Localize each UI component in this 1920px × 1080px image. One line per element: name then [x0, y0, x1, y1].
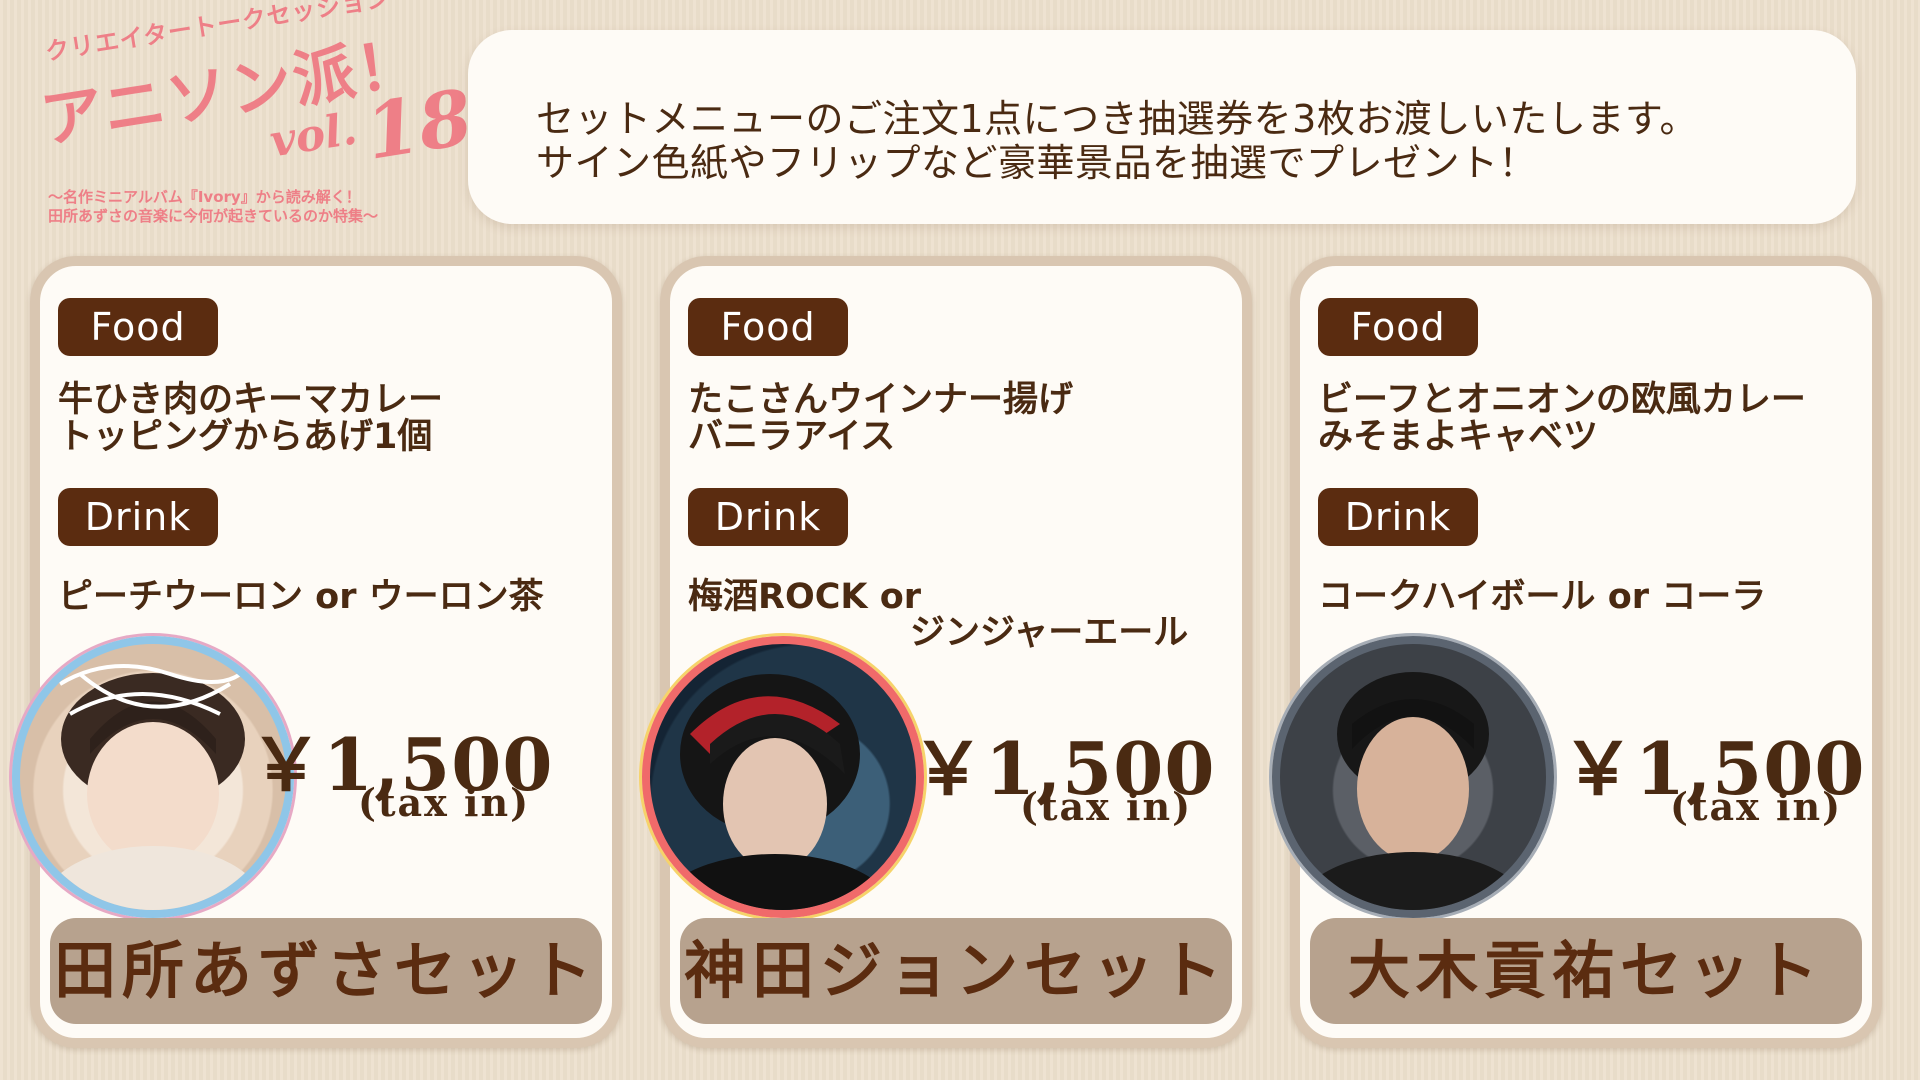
- menu-card-tadokoro: Food 牛ひき肉のキーマカレー トッピングからあげ1個 Drink ピーチウー…: [12, 256, 622, 1048]
- drink-line1: コークハイボール or コーラ: [1318, 577, 1767, 617]
- logo-tagline: ～名作ミニアルバム『Ivory』から読み解く！ 田所あずさの音楽に今何が起きてい…: [48, 188, 378, 226]
- avatar-illustration: [1293, 672, 1533, 910]
- drink-badge: Drink: [58, 488, 218, 546]
- logo-tagline-line1: ～名作ミニアルバム『Ivory』から読み解く！: [48, 188, 361, 206]
- notice-banner: セットメニューのご注文1点につき抽選券を3枚お渡しいたします。 サイン色紙やフリ…: [468, 30, 1856, 224]
- food-line2: みそまよキャベツ: [1318, 417, 1599, 457]
- tax-note: (tax in): [1670, 784, 1843, 829]
- avatar-photo: [1272, 636, 1554, 918]
- tax-note: (tax in): [1020, 784, 1193, 829]
- avatar-photo: [642, 636, 924, 918]
- menu-card-oki: Food ビーフとオニオンの欧風カレー みそまよキャベツ Drink コークハイ…: [1272, 256, 1882, 1048]
- set-name: 田所あずさセット: [50, 918, 602, 1024]
- logo-tagline-line2: 田所あずさの音楽に今何が起きているのか特集～: [48, 207, 379, 225]
- set-name: 神田ジョンセット: [680, 918, 1232, 1024]
- food-badge: Food: [1318, 298, 1478, 356]
- drink-line2: ジンジャーエール: [910, 613, 1189, 653]
- food-item: ビーフとオニオンの欧風カレー みそまよキャベツ: [1318, 382, 1806, 456]
- drink-badge: Drink: [688, 488, 848, 546]
- event-logo: クリエイタートークセッション アニソン派！ vol. 18 ～名作ミニアルバム『…: [36, 0, 478, 225]
- avatar-illustration: [43, 662, 263, 910]
- notice-line2: サイン色紙やフリップなど豪華景品を抽選でプレゼント！: [536, 141, 1538, 185]
- food-line1: 牛ひき肉のキーマカレー: [58, 380, 444, 420]
- food-item: たこさんウインナー揚げ バニラアイス: [688, 382, 1073, 456]
- tax-note: (tax in): [358, 780, 531, 825]
- food-line2: バニラアイス: [688, 417, 896, 457]
- logo-number: 18: [359, 72, 479, 177]
- food-line2: トッピングからあげ1個: [58, 417, 433, 457]
- food-badge: Food: [688, 298, 848, 356]
- drink-line1: ピーチウーロン or ウーロン茶: [58, 577, 544, 617]
- menu-card-kanda: Food たこさんウインナー揚げ バニラアイス Drink 梅酒ROCK or …: [642, 256, 1252, 1048]
- avatar-illustration: [655, 674, 895, 910]
- food-item: 牛ひき肉のキーマカレー トッピングからあげ1個: [58, 382, 443, 456]
- drink-line1: 梅酒ROCK or: [688, 577, 922, 617]
- drink-badge: Drink: [1318, 488, 1478, 546]
- food-line1: たこさんウインナー揚げ: [688, 380, 1074, 420]
- food-badge: Food: [58, 298, 218, 356]
- food-line1: ビーフとオニオンの欧風カレー: [1318, 380, 1806, 420]
- set-name: 大木貢祐セット: [1310, 918, 1862, 1024]
